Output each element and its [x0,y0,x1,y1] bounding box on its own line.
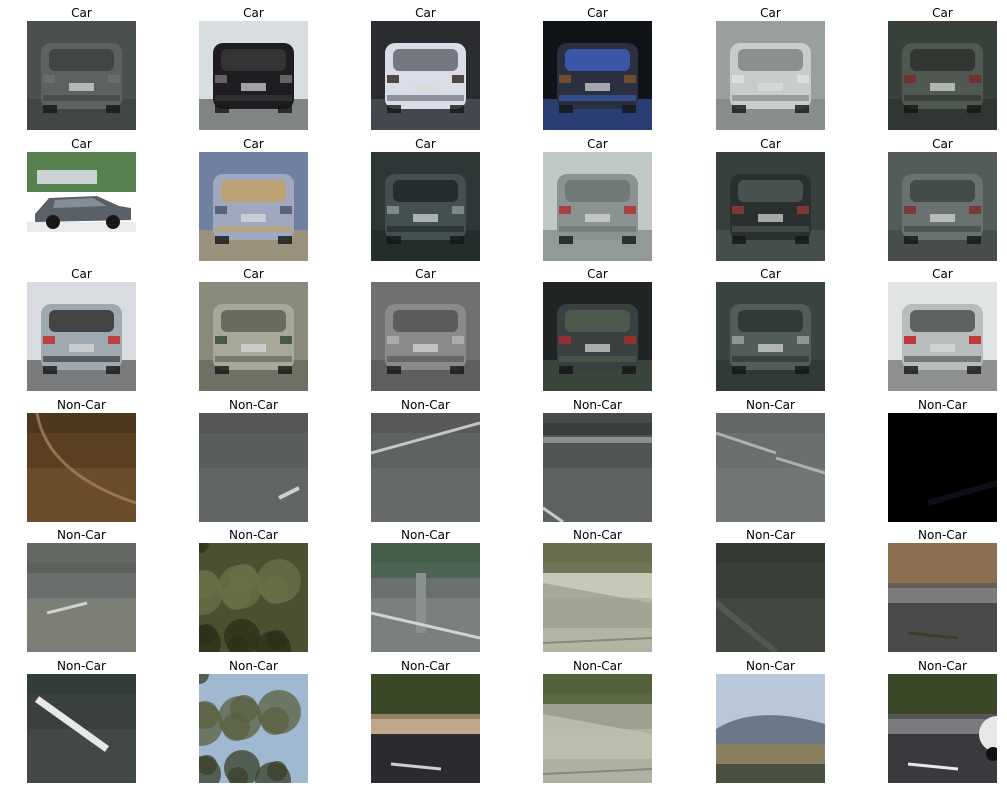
non-car-image [888,543,997,652]
image-title: Non-Car [746,659,795,673]
non-car-image [888,674,997,783]
non-car-image [371,413,480,522]
non-car-image [371,674,480,783]
image-title: Car [587,6,608,20]
image-title: Car [415,6,436,20]
image-title: Non-Car [746,398,795,412]
car-image [716,21,825,130]
car-image [199,152,308,261]
non-car-image [199,674,308,783]
image-title: Non-Car [573,528,622,542]
image-title: Non-Car [401,659,450,673]
non-car-image [543,413,652,522]
image-title: Car [71,6,92,20]
image-title: Car [932,267,953,281]
image-title: Non-Car [918,398,967,412]
car-image [27,21,136,130]
image-title: Car [760,137,781,151]
car-image [27,282,136,391]
image-title: Non-Car [229,528,278,542]
non-car-image [543,674,652,783]
image-title: Car [243,6,264,20]
image-title: Car [243,137,264,151]
image-title: Non-Car [401,398,450,412]
car-image [543,152,652,261]
image-title: Non-Car [57,398,106,412]
car-image [716,282,825,391]
car-image [543,282,652,391]
image-title: Car [587,137,608,151]
non-car-image [716,543,825,652]
image-title: Non-Car [57,528,106,542]
image-title: Car [71,267,92,281]
image-title: Car [243,267,264,281]
non-car-image [371,543,480,652]
car-image [716,152,825,261]
image-title: Non-Car [573,659,622,673]
image-title: Non-Car [918,528,967,542]
car-image [888,21,997,130]
image-title: Non-Car [573,398,622,412]
non-car-image [199,543,308,652]
image-title: Car [760,267,781,281]
car-image [199,21,308,130]
image-title: Non-Car [229,659,278,673]
image-title: Car [760,6,781,20]
image-title: Car [932,6,953,20]
image-title: Car [587,267,608,281]
image-title: Non-Car [918,659,967,673]
image-title: Non-Car [746,528,795,542]
image-grid: Car Car Car Car Car Car Car Car Car Car Car Car Car C… [0,0,1007,808]
image-title: Non-Car [229,398,278,412]
car-image [199,282,308,391]
image-title: Car [71,137,92,151]
car-image [888,152,997,261]
image-title: Car [415,137,436,151]
non-car-image [199,413,308,522]
non-car-image [716,413,825,522]
image-title: Non-Car [57,659,106,673]
image-title: Non-Car [401,528,450,542]
non-car-image [543,543,652,652]
car-image [371,21,480,130]
non-car-image [27,413,136,522]
car-image [888,282,997,391]
non-car-image [716,674,825,783]
non-car-image [27,674,136,783]
car-image [371,282,480,391]
non-car-image [888,413,997,522]
non-car-image [27,543,136,652]
car-image [371,152,480,261]
car-image [543,21,652,130]
car-image [27,152,136,261]
image-title: Car [932,137,953,151]
image-title: Car [415,267,436,281]
